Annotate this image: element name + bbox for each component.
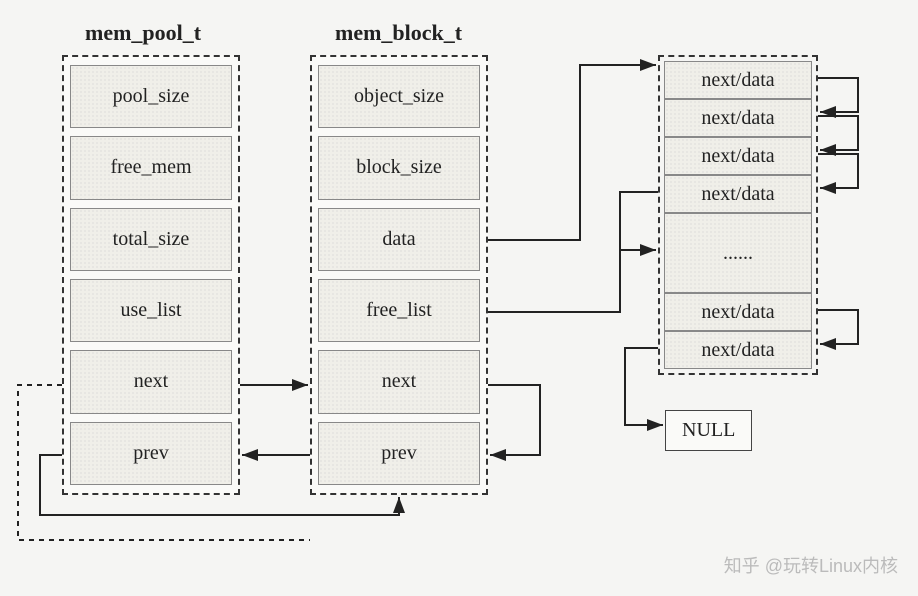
watermark: 知乎 @玩转Linux内核 [724,552,898,578]
data-node: next/data [664,61,812,99]
data-node: next/data [664,99,812,137]
data-nodes-box: next/data next/data next/data next/data … [658,55,818,375]
data-node: next/data [664,137,812,175]
data-node: next/data [664,293,812,331]
struct2-field-prev: prev [318,422,480,485]
arrow-node-next-1 [818,78,858,112]
struct1-field-total-size: total_size [70,208,232,271]
struct1-field-use-list: use_list [70,279,232,342]
struct2-field-data: data [318,208,480,271]
struct2-box: object_size block_size data free_list ne… [310,55,488,495]
struct2-field-next: next [318,350,480,413]
data-node-ellipsis: ...... [664,213,812,293]
arrow-block-next-right [488,385,540,455]
struct1-field-next: next [70,350,232,413]
struct1-field-pool-size: pool_size [70,65,232,128]
struct1-field-free-mem: free_mem [70,136,232,199]
struct2-field-object-size: object_size [318,65,480,128]
struct2-field-block-size: block_size [318,136,480,199]
struct2-title: mem_block_t [335,20,462,46]
struct1-title: mem_pool_t [85,20,201,46]
arrow-block-freelist-to-nodes [488,250,656,312]
arrow-node4-to-mid [620,192,658,250]
struct1-box: pool_size free_mem total_size use_list n… [62,55,240,495]
arrow-node-next-2 [818,116,858,150]
arrow-block-data-to-nodes [488,65,656,240]
data-node: next/data [664,331,812,369]
arrow-node-next-4 [818,310,858,344]
struct2-field-free-list: free_list [318,279,480,342]
data-node: next/data [664,175,812,213]
struct1-field-prev: prev [70,422,232,485]
arrow-node-next-3 [818,154,858,188]
null-label: NULL [665,410,752,451]
